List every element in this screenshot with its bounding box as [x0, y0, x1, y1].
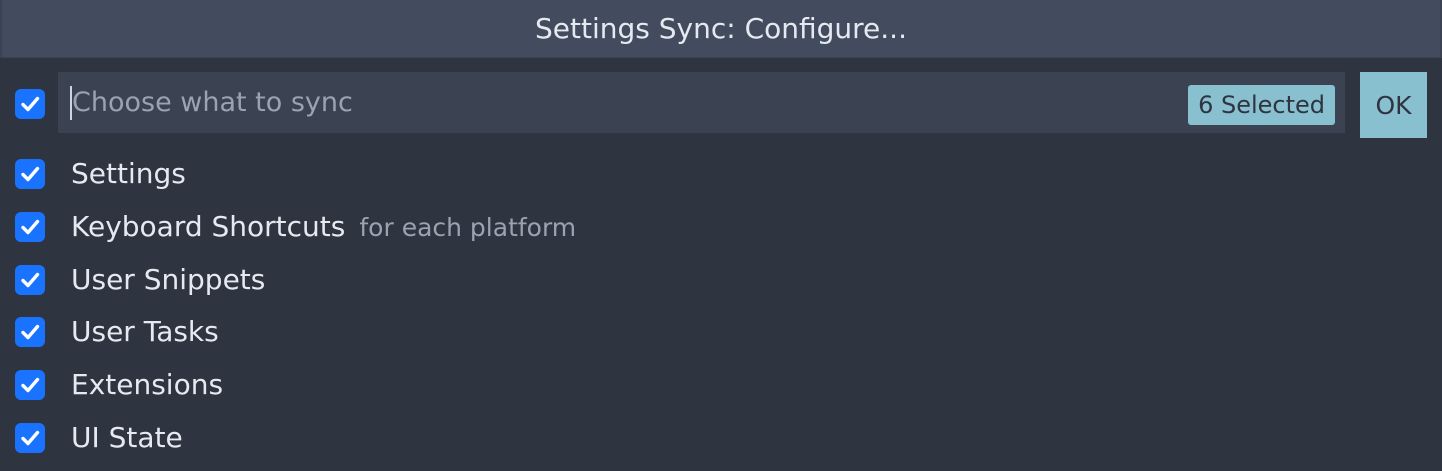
list-item-label: User Tasks: [71, 306, 219, 358]
user-snippets-checkbox[interactable]: [15, 265, 45, 295]
check-icon: [21, 430, 40, 446]
list-item-user-snippets[interactable]: User Snippets: [0, 254, 1442, 306]
search-input[interactable]: [72, 72, 1172, 133]
check-icon: [21, 96, 40, 112]
ui-state-checkbox[interactable]: [15, 423, 45, 453]
ok-button[interactable]: OK: [1360, 72, 1427, 138]
check-icon: [21, 166, 40, 182]
select-all-checkbox[interactable]: [15, 89, 45, 119]
list-item-extensions[interactable]: Extensions: [0, 359, 1442, 411]
list-item-label: Keyboard Shortcuts for each platform: [71, 201, 576, 253]
title-text: Settings Sync: Configure...: [535, 12, 907, 45]
quick-pick-title: Settings Sync: Configure...: [0, 0, 1442, 58]
extensions-checkbox[interactable]: [15, 370, 45, 400]
item-label-text: User Snippets: [71, 263, 266, 296]
item-description: for each platform: [359, 213, 577, 242]
item-label-text: Settings: [71, 157, 186, 190]
list-item-keyboard-shortcuts[interactable]: Keyboard Shortcuts for each platform: [0, 201, 1442, 253]
keyboard-shortcuts-checkbox[interactable]: [15, 212, 45, 242]
list-item-label: Extensions: [71, 359, 223, 411]
list-item-label: UI State: [71, 412, 183, 464]
list-item-settings[interactable]: Settings: [0, 148, 1442, 200]
item-label-text: Extensions: [71, 368, 224, 401]
list-item-user-tasks[interactable]: User Tasks: [0, 306, 1442, 358]
check-icon: [21, 324, 40, 340]
search-input-container[interactable]: 6 Selected: [58, 72, 1345, 133]
list-item-ui-state[interactable]: UI State: [0, 412, 1442, 464]
selected-count-badge: 6 Selected: [1188, 85, 1335, 125]
list-item-label: User Snippets: [71, 254, 265, 306]
item-label-text: User Tasks: [71, 315, 219, 348]
settings-checkbox[interactable]: [15, 159, 45, 189]
user-tasks-checkbox[interactable]: [15, 317, 45, 347]
check-icon: [21, 377, 40, 393]
check-icon: [21, 219, 40, 235]
title-edge-left: [0, 0, 2, 58]
check-icon: [21, 272, 40, 288]
list-item-label: Settings: [71, 148, 186, 200]
item-label-text: UI State: [71, 421, 183, 454]
item-label-text: Keyboard Shortcuts: [71, 210, 346, 243]
